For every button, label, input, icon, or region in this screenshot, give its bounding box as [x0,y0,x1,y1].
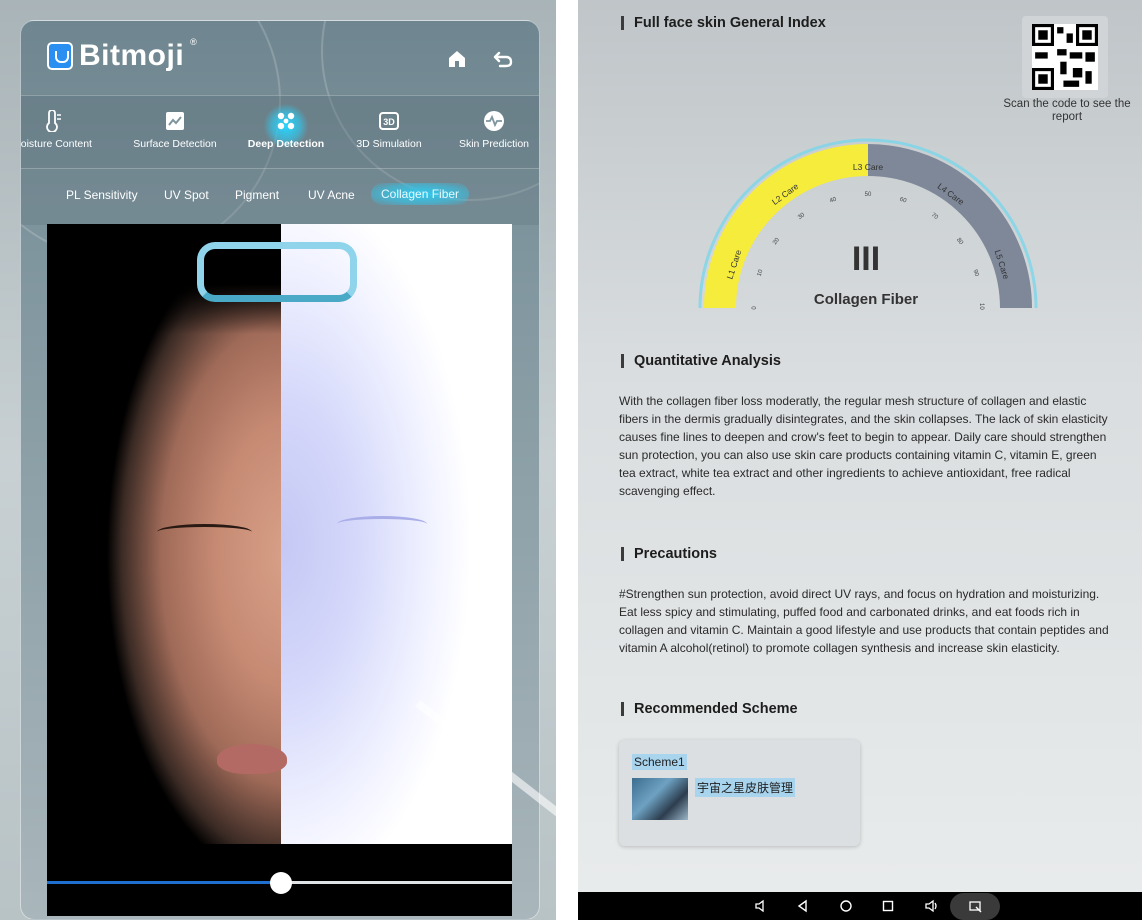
tab-label: 3D Simulation [356,138,422,150]
brand-mark-icon [47,42,73,70]
eye-right [337,516,427,532]
eye-left [157,524,252,540]
volume-up-icon[interactable] [924,899,938,913]
subtab-pigment[interactable]: Pigment [235,188,279,202]
molecule-icon [277,112,295,130]
section-title-precautions: Precautions [621,547,717,561]
qr-code-icon [1032,24,1098,90]
3d-icon: 3D [379,112,399,130]
section-title-general-index: Full face skin General Index [621,16,826,30]
home-icon[interactable] [839,899,853,913]
report-panel: Full face skin General Index Scan the co… [578,0,1142,920]
svg-text:3D: 3D [383,117,395,127]
precautions-text: #Strengthen sun protection, avoid direct… [619,587,1109,655]
scheme-card[interactable]: Scheme1 宇宙之星皮肤管理 [619,740,860,846]
gauge-tick-label: 80 [955,237,964,246]
section-title-recommended: Recommended Scheme [621,702,798,716]
lip [217,744,287,774]
tab-deep-detection[interactable]: Deep Detection [236,96,336,170]
head-clamp [197,242,357,302]
gauge-care-level-label: L3 Care [853,162,884,172]
tab-skin-prediction[interactable]: Skin Prediction [449,96,539,170]
scheme-name: Scheme1 [632,754,687,770]
capture-panel: Bitmoji ® Moisture Content Surface Detec… [0,0,556,920]
collagen-gauge: 0102030405060708090100 L1 CareL2 CareL3 … [698,138,1038,310]
gauge-tick-label: 100 [978,303,984,310]
chart-icon [166,112,184,130]
gauge-tick-label: 30 [797,212,806,221]
gauge-tick-label: 60 [899,197,908,205]
thermometer-icon [46,110,61,132]
slider-track [280,881,512,884]
back-icon[interactable] [796,899,810,913]
tab-moisture-content[interactable]: Moisture Content [20,96,97,170]
tab-surface-detection[interactable]: Surface Detection [125,96,225,170]
sub-tabs: PL Sensitivity UV Spot Pigment UV Acne C… [21,169,539,225]
tab-3d-simulation[interactable]: 3D 3D Simulation [344,96,434,170]
slider-track-fill [47,881,280,884]
gauge-tick-label: 0 [752,306,758,310]
slider-thumb[interactable] [270,872,292,894]
qr-code[interactable] [1022,16,1108,98]
subtab-collagen-fiber[interactable]: Collagen Fiber [371,183,470,205]
gauge-tick-label: 50 [865,192,872,198]
quantitative-text: With the collagen fiber loss moderatly, … [619,394,1108,498]
home-icon[interactable] [445,47,469,71]
brand-name: Bitmoji [79,39,185,72]
recents-icon[interactable] [881,899,895,913]
gauge-tick-label: 10 [757,268,765,277]
brand-logo: Bitmoji ® [47,37,197,73]
face-comparison-image[interactable] [47,224,512,844]
screenshot-icon[interactable] [968,899,982,913]
gauge-level: III [852,240,880,278]
gauge-tick-label: 40 [829,196,838,204]
gauge-label: Collagen Fiber [814,291,918,308]
registered-mark: ® [190,37,197,47]
scheme-item-label: 宇宙之星皮肤管理 [695,778,796,797]
back-icon[interactable] [491,47,515,71]
subtab-uv-spot[interactable]: UV Spot [164,188,209,202]
detection-tabs: Moisture Content Surface Detection Deep … [20,95,539,170]
tab-label: Moisture Content [20,138,92,150]
heartbeat-icon [484,111,504,131]
gauge-tick-label: 90 [972,269,980,278]
top-bar: Bitmoji ® [21,21,539,93]
gauge-tick-label: 70 [930,212,939,221]
scheme-thumbnail [632,778,688,820]
gauge-tick-label: 20 [772,237,781,246]
volume-down-icon[interactable] [754,899,768,913]
subtab-pl-sensitivity[interactable]: PL Sensitivity [66,188,138,202]
tab-label: Surface Detection [133,138,217,150]
system-nav-bar [578,892,1142,920]
section-title-quantitative: Quantitative Analysis [621,354,781,368]
compare-slider[interactable] [47,844,512,916]
subtab-uv-acne[interactable]: UV Acne [308,188,355,202]
tab-label: Deep Detection [247,138,325,150]
tab-label: Skin Prediction [458,138,530,150]
